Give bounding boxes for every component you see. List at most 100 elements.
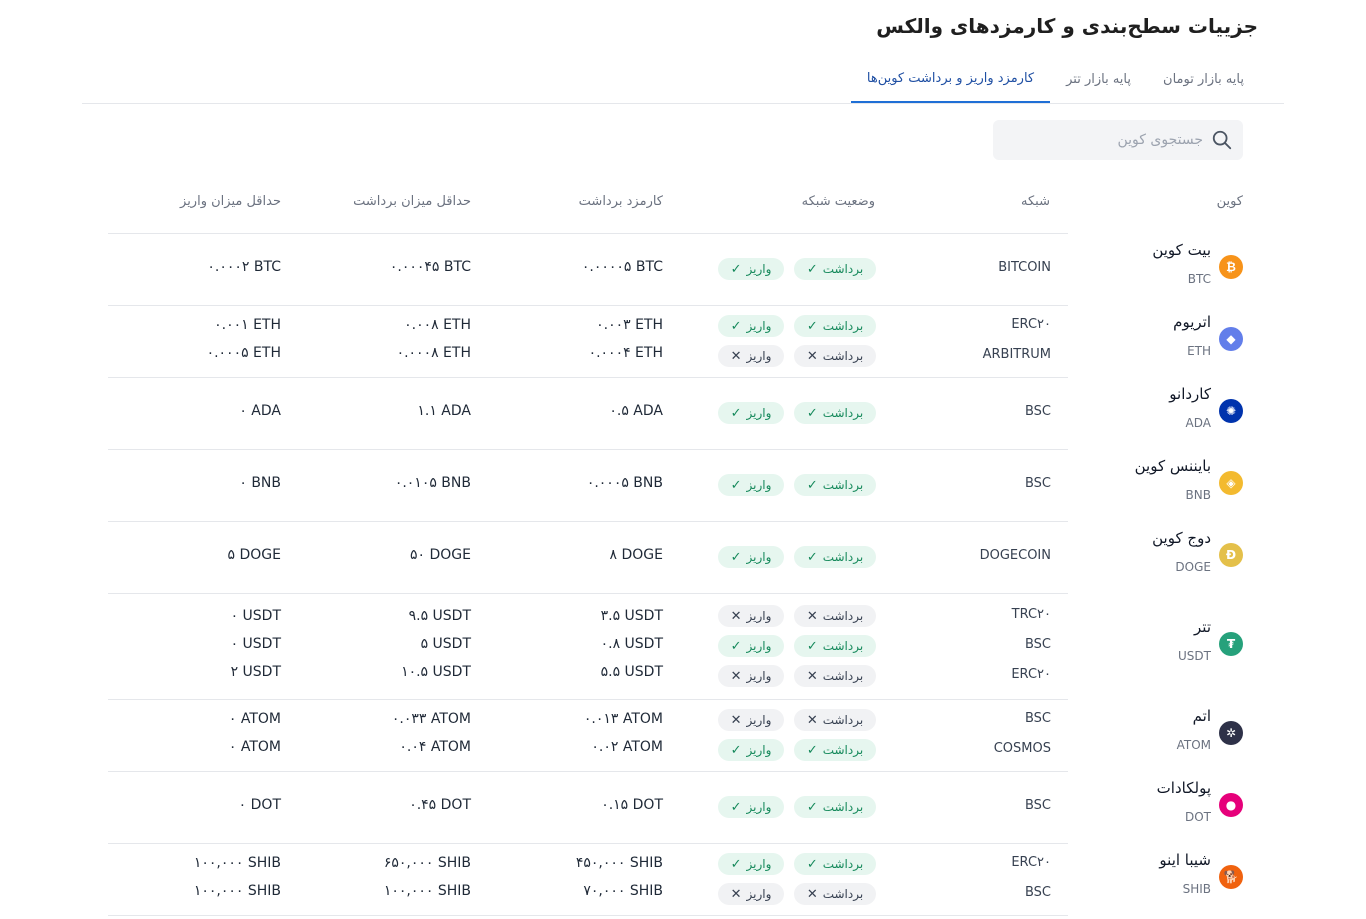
coin-name: شیبا اینو [1159,851,1211,869]
tether-icon: ₮ [1219,632,1243,656]
min-deposit-value: ۰ USDT [230,608,281,624]
coin-symbol: ADA [1185,416,1211,430]
min-deposit-value: ۰.۰۰۰۲ BTC [207,259,281,275]
column-header-withdraw-fee: کارمزد برداشت [578,194,663,209]
min-deposit-value: ۰ USDT [230,636,281,652]
coin-cell-dot[interactable]: پولکادات DOT ● [1090,771,1245,843]
coin-name: اتم [1192,707,1211,725]
withdraw-status-badge: برداشت ✕ [794,709,876,731]
deposit-status-badge: واریز ✕ [718,605,784,627]
cross-icon: ✕ [730,608,742,624]
cross-icon: ✕ [730,668,742,684]
deposit-status-badge: واریز ✓ [718,402,784,424]
cross-icon: ✕ [730,886,742,902]
min-withdraw-value: ۰.۰۴ ATOM [399,739,471,755]
min-deposit-value: ۱۰۰,۰۰۰ SHIB [193,855,281,871]
row-divider [108,305,1068,306]
network-name: ERC۲۰ [1011,855,1051,870]
row-divider [108,699,1068,700]
check-icon: ✓ [806,638,818,654]
coin-cell-doge[interactable]: دوج کوین DOGE Ð [1090,521,1245,593]
row-divider [108,915,1068,916]
coin-cell-eth[interactable]: اتریوم ETH ◆ [1090,305,1245,377]
status-label: واریز [746,349,772,363]
status-label: واریز [746,743,772,757]
coin-cell-usdt[interactable]: تتر USDT ₮ [1090,610,1245,682]
coin-name: تتر [1194,618,1211,636]
coin-cell-ada[interactable]: کاردانو ADA ✺ [1090,377,1245,449]
withdraw-fee-value: ۰.۰۰۰۰۵ BTC [581,259,663,275]
min-withdraw-value: ۱۰۰,۰۰۰ SHIB [383,883,471,899]
check-icon: ✓ [730,742,742,758]
status-label: واریز [746,713,772,727]
coin-symbol: USDT [1178,649,1211,663]
coin-symbol: BTC [1187,272,1211,286]
binance-icon: ◈ [1219,471,1243,495]
row-divider [108,593,1068,594]
network-name: BSC [1024,404,1051,419]
withdraw-status-badge: برداشت ✕ [794,605,876,627]
coin-symbol: DOGE [1175,560,1211,574]
cross-icon: ✕ [806,886,818,902]
withdraw-fee-value: ۳.۵ USDT [600,608,663,624]
withdraw-fee-value: ۰.۰۱۳ ATOM [583,711,663,727]
min-deposit-value: ۱۰۰,۰۰۰ SHIB [193,883,281,899]
row-divider [108,521,1068,522]
deposit-status-badge: واریز ✓ [718,258,784,280]
deposit-status-badge: واریز ✓ [718,796,784,818]
status-label: واریز [746,669,772,683]
tab-tether-market[interactable]: پایه بازار تتر [1050,56,1147,103]
withdraw-fee-value: ۰.۰۰۳ ETH [596,317,663,333]
min-withdraw-value: ۶۵۰,۰۰۰ SHIB [383,855,471,871]
min-withdraw-value: ۰.۰۱۰۵ BNB [394,475,471,491]
column-header-coin: کوین [1216,194,1243,209]
coin-cell-atom[interactable]: اتم ATOM ✲ [1090,699,1245,771]
status-label: واریز [746,857,772,871]
cross-icon: ✕ [806,712,818,728]
tab-bar: پایه بازار تومان پایه بازار تتر کارمزد و… [82,56,1284,104]
coin-cell-shib[interactable]: شیبا اینو SHIB 🐕 [1090,843,1245,915]
search-box[interactable] [993,120,1243,160]
coin-cell-btc[interactable]: بیت کوین BTC ₿ [1090,233,1245,305]
cross-icon: ✕ [806,348,818,364]
status-label: برداشت [822,349,864,363]
row-divider [108,771,1068,772]
check-icon: ✓ [730,405,742,421]
status-label: واریز [746,609,772,623]
check-icon: ✓ [806,318,818,334]
deposit-status-badge: واریز ✓ [718,474,784,496]
cross-icon: ✕ [730,348,742,364]
status-label: واریز [746,406,772,420]
search-icon [1212,130,1232,150]
coin-cell-bnb[interactable]: بایننس کوین BNB ◈ [1090,449,1245,521]
coin-name: بیت کوین [1152,241,1211,259]
withdraw-fee-value: ۵.۵ USDT [600,664,663,680]
status-label: برداشت [822,406,864,420]
withdraw-status-badge: برداشت ✓ [794,546,876,568]
network-name: BSC [1024,476,1051,491]
coin-name: بایننس کوین [1134,457,1211,475]
withdraw-status-badge: برداشت ✓ [794,258,876,280]
check-icon: ✓ [806,799,818,815]
check-icon: ✓ [730,261,742,277]
cross-icon: ✕ [806,608,818,624]
min-deposit-value: ۵ DOGE [227,547,281,563]
withdraw-status-badge: برداشت ✓ [794,853,876,875]
network-name: BITCOIN [998,260,1051,275]
withdraw-fee-value: ۰.۰۲ ATOM [591,739,663,755]
coin-name: اتریوم [1173,313,1211,331]
withdraw-status-badge: برداشت ✓ [794,315,876,337]
min-deposit-value: ۰ ATOM [228,711,281,727]
withdraw-fee-value: ۷۰,۰۰۰ SHIB [583,883,663,899]
deposit-status-badge: واریز ✕ [718,345,784,367]
status-label: برداشت [822,800,864,814]
tab-toman-market[interactable]: پایه بازار تومان [1147,56,1260,103]
withdraw-status-badge: برداشت ✓ [794,635,876,657]
search-input[interactable] [1003,132,1203,148]
network-name: ARBITRUM [982,347,1051,362]
status-label: واریز [746,887,772,901]
network-name: BSC [1024,885,1051,900]
status-label: برداشت [822,743,864,757]
deposit-status-badge: واریز ✓ [718,635,784,657]
tab-coin-fees[interactable]: کارمزد واریز و برداشت کوین‌ها [850,56,1051,103]
